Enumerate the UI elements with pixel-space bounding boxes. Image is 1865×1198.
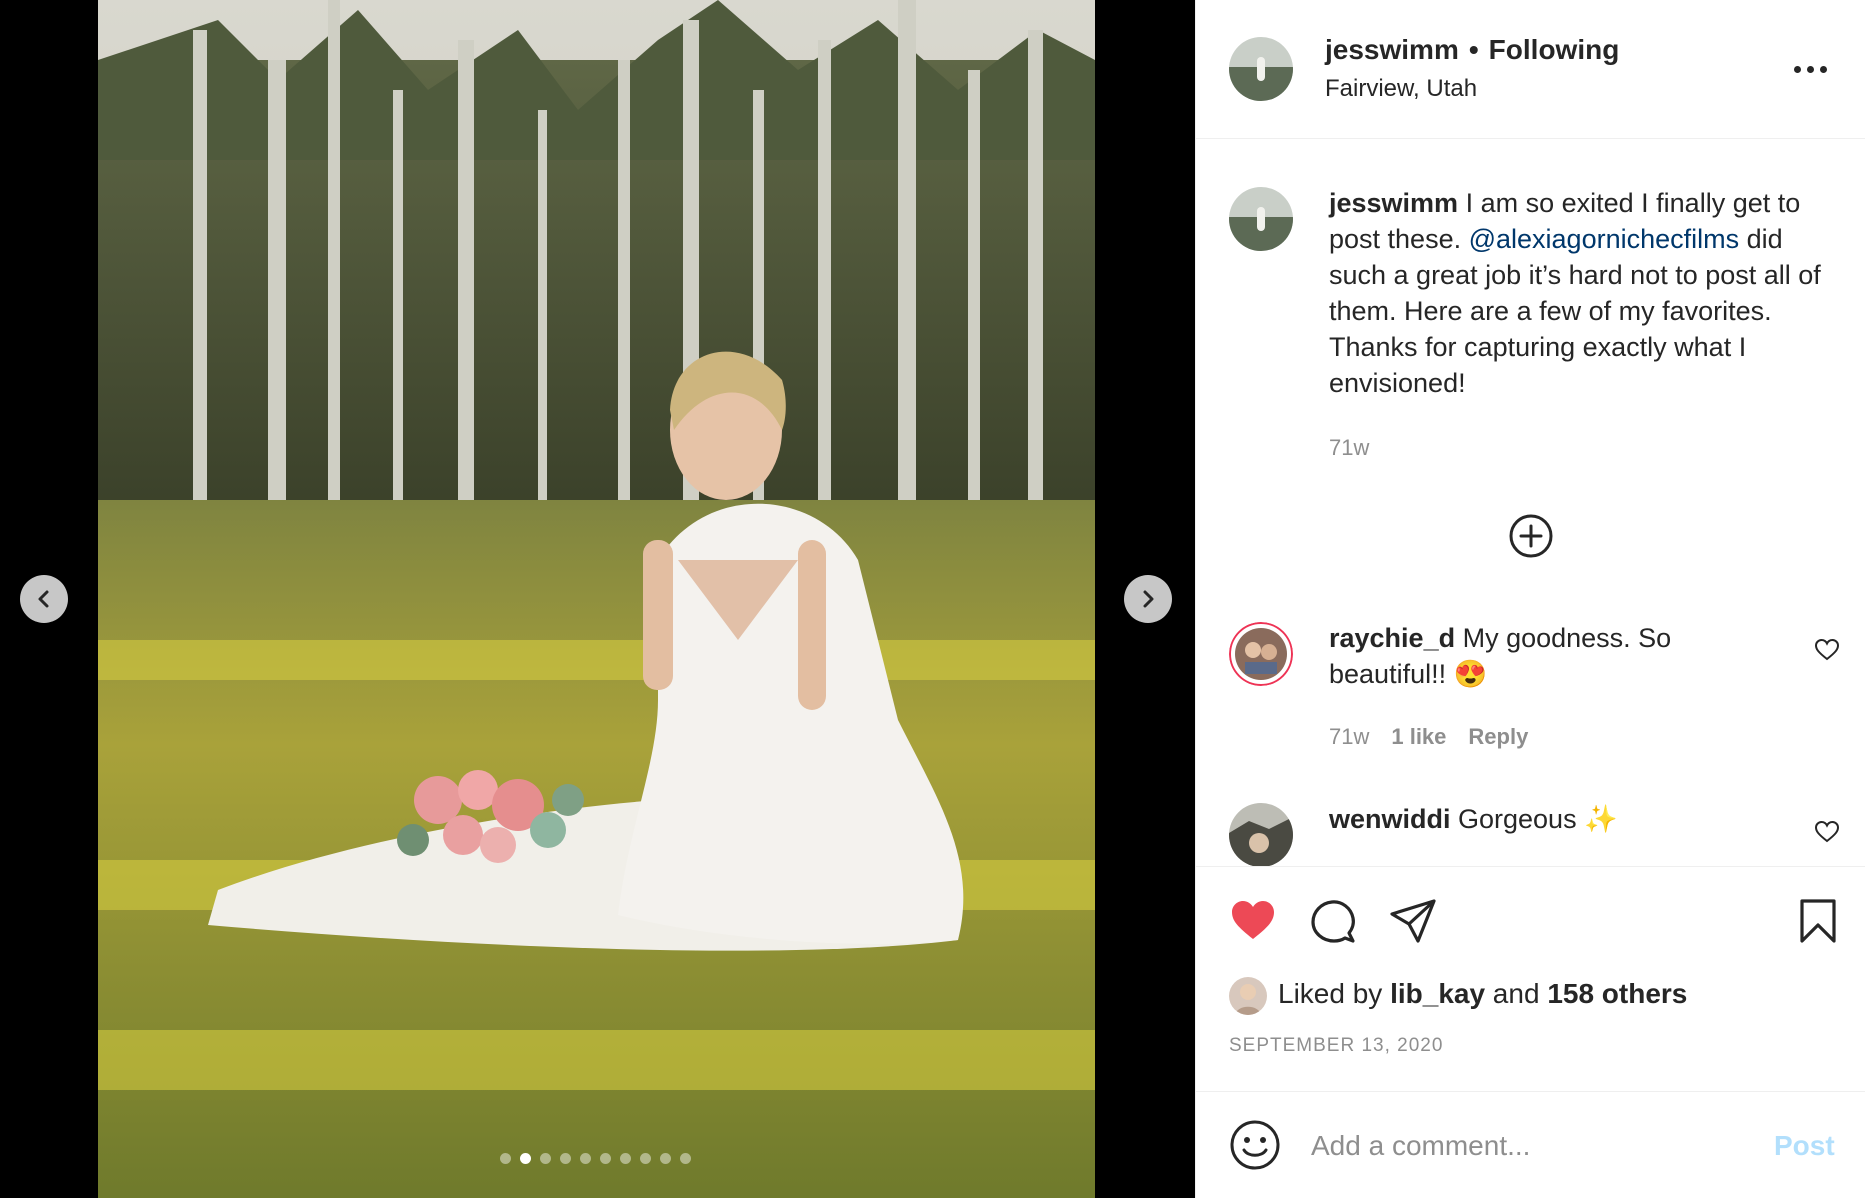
previous-image-button[interactable] — [20, 575, 68, 623]
chevron-left-icon — [38, 590, 49, 608]
post-actions: Liked by lib_kay and 158 others SEPTEMBE… — [1196, 867, 1865, 1091]
comment-meta: 71w 1 like Reply — [1329, 724, 1528, 750]
commenter-avatar[interactable] — [1229, 803, 1293, 866]
commenter-username[interactable]: raychie_d — [1329, 623, 1455, 653]
likes-prefix: Liked by — [1278, 978, 1391, 1009]
comment-icon[interactable] — [1309, 897, 1357, 945]
more-options-icon[interactable] — [1794, 59, 1834, 79]
carousel-dot — [560, 1153, 571, 1164]
comments-section: jesswimm I am so exited I finally get to… — [1196, 139, 1865, 867]
post-media — [0, 0, 1195, 1198]
carousel-dot — [600, 1153, 611, 1164]
post-date[interactable]: SEPTEMBER 13, 2020 — [1229, 1035, 1443, 1057]
caption-timestamp[interactable]: 71w — [1329, 435, 1369, 461]
carousel-dot — [640, 1153, 651, 1164]
carousel-dot — [680, 1153, 691, 1164]
reply-button[interactable]: Reply — [1468, 724, 1528, 749]
likes-others-link[interactable]: 158 others — [1547, 978, 1687, 1009]
comment-text: raychie_d My goodness. So beautiful!! 😍 — [1329, 620, 1769, 692]
bookmark-icon[interactable] — [1794, 897, 1842, 945]
comment-likes-link[interactable]: 1 like — [1391, 724, 1446, 749]
caption-mention-link[interactable]: @alexiagornichecfilms — [1469, 224, 1740, 254]
next-image-button[interactable] — [1124, 575, 1172, 623]
post-caption: jesswimm I am so exited I finally get to… — [1329, 185, 1834, 401]
liker-username[interactable]: lib_kay — [1390, 978, 1485, 1009]
caption-author-avatar[interactable] — [1229, 187, 1293, 251]
liker-avatar[interactable] — [1229, 977, 1267, 1015]
commenter-avatar[interactable] — [1229, 622, 1293, 686]
post-side-panel: jesswimm • Following Fairview, Utah jesswi… — [1195, 0, 1865, 1198]
share-icon[interactable] — [1389, 897, 1437, 945]
author-username[interactable]: jesswimm — [1325, 34, 1459, 65]
post-comment-button[interactable]: Post — [1774, 1130, 1835, 1162]
carousel-dot — [660, 1153, 671, 1164]
carousel-dot — [580, 1153, 591, 1164]
carousel-dots — [500, 1153, 691, 1164]
heart-icon[interactable] — [1814, 820, 1840, 844]
post-photo — [98, 0, 1095, 1198]
add-comment-bar: Post — [1196, 1091, 1865, 1198]
likes-connector: and — [1485, 978, 1548, 1009]
post-header: jesswimm • Following Fairview, Utah — [1196, 0, 1865, 139]
likes-summary: Liked by lib_kay and 158 others — [1278, 978, 1687, 1010]
post-location[interactable]: Fairview, Utah — [1325, 75, 1477, 103]
comment-text: wenwiddi Gorgeous ✨ — [1329, 801, 1769, 837]
comment-body: Gorgeous ✨ — [1450, 804, 1618, 834]
carousel-dot — [520, 1153, 531, 1164]
heart-icon[interactable] — [1229, 897, 1277, 945]
caption-username[interactable]: jesswimm — [1329, 188, 1458, 218]
author-line: jesswimm • Following — [1325, 34, 1619, 66]
bride-in-meadow-image — [98, 0, 1095, 1198]
heart-icon[interactable] — [1814, 638, 1840, 662]
commenter-username[interactable]: wenwiddi — [1329, 804, 1451, 834]
carousel-dot — [620, 1153, 631, 1164]
comment-timestamp[interactable]: 71w — [1329, 724, 1369, 749]
plus-circle-icon[interactable] — [1507, 512, 1555, 560]
author-avatar[interactable] — [1229, 37, 1293, 101]
chevron-right-icon — [1143, 590, 1154, 608]
carousel-dot — [540, 1153, 551, 1164]
separator-dot: • — [1468, 34, 1479, 65]
comment-input[interactable] — [1309, 1122, 1733, 1170]
following-button[interactable]: Following — [1489, 34, 1620, 65]
carousel-dot — [500, 1153, 511, 1164]
emoji-icon[interactable] — [1229, 1119, 1281, 1171]
